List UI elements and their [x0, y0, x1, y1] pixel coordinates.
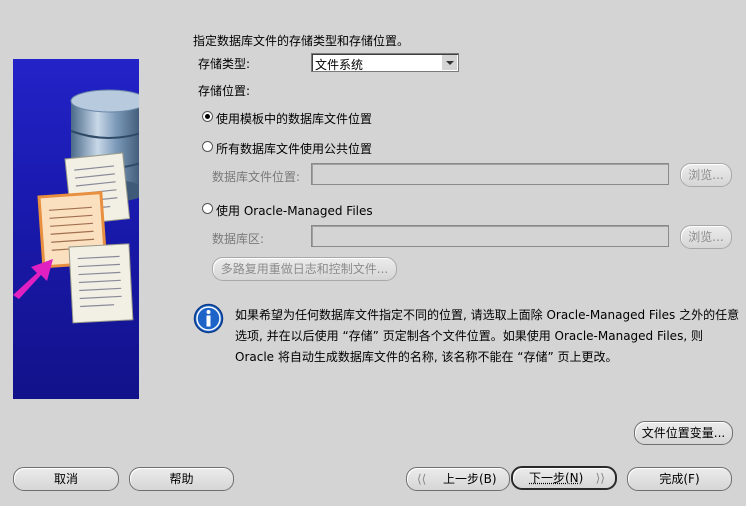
- wizard-illustration: [13, 59, 139, 399]
- db-file-location-input[interactable]: [311, 163, 669, 185]
- help-button[interactable]: 帮助: [129, 467, 234, 491]
- storage-type-value: 文件系统: [315, 58, 364, 72]
- storage-type-select[interactable]: 文件系统: [311, 53, 459, 72]
- browse-file-location-button[interactable]: 浏览...: [680, 163, 732, 187]
- info-line-1: 如果希望为任何数据库文件指定不同的位置, 请选取上面除 Oracle-Manag…: [235, 308, 740, 322]
- info-message: 如果希望为任何数据库文件指定不同的位置, 请选取上面除 Oracle-Manag…: [235, 305, 740, 368]
- radio-use-template-locations[interactable]: [202, 111, 213, 122]
- next-button[interactable]: 下一步(N) ⟩⟩: [511, 466, 617, 490]
- chevron-down-icon[interactable]: [442, 55, 457, 70]
- radio-common-location[interactable]: [202, 141, 213, 152]
- finish-button[interactable]: 完成(F): [627, 467, 732, 491]
- db-area-input[interactable]: [311, 225, 669, 247]
- chevron-left-icon: ⟨⟨: [417, 472, 427, 486]
- db-file-location-label: 数据库文件位置:: [212, 170, 301, 184]
- option-use-template-locations[interactable]: 使用模板中的数据库文件位置: [216, 110, 372, 127]
- multiplex-redo-logs-button[interactable]: 多路复用重做日志和控制文件...: [212, 257, 397, 281]
- option-common-location[interactable]: 所有数据库文件使用公共位置: [216, 140, 372, 157]
- back-button[interactable]: ⟨⟨ 上一步(B): [406, 467, 510, 491]
- info-line-2: 选项, 并在以后使用 “存储” 页定制各个文件位置。如果使用 Oracle-Ma…: [235, 329, 703, 343]
- info-line-3: Oracle 将自动生成数据库文件的名称, 该名称不能在 “存储” 页上更改。: [235, 350, 618, 364]
- cancel-button[interactable]: 取消: [13, 467, 119, 491]
- db-area-label: 数据库区:: [212, 232, 265, 246]
- file-location-variables-button[interactable]: 文件位置变量...: [634, 421, 733, 445]
- storage-type-label: 存储类型:: [198, 57, 251, 71]
- page-instruction: 指定数据库文件的存储类型和存储位置。: [193, 34, 410, 48]
- option-oracle-managed-files[interactable]: 使用 Oracle-Managed Files: [216, 202, 373, 219]
- storage-location-label: 存储位置:: [198, 84, 251, 98]
- chevron-right-icon: ⟩⟩: [595, 471, 605, 485]
- info-icon: [193, 303, 224, 334]
- browse-db-area-button[interactable]: 浏览...: [680, 225, 732, 249]
- radio-oracle-managed-files[interactable]: [202, 203, 213, 214]
- next-button-label: 下一步(N): [529, 471, 584, 485]
- database-files-illustration: [13, 89, 139, 324]
- back-button-label: 上一步(B): [443, 472, 497, 486]
